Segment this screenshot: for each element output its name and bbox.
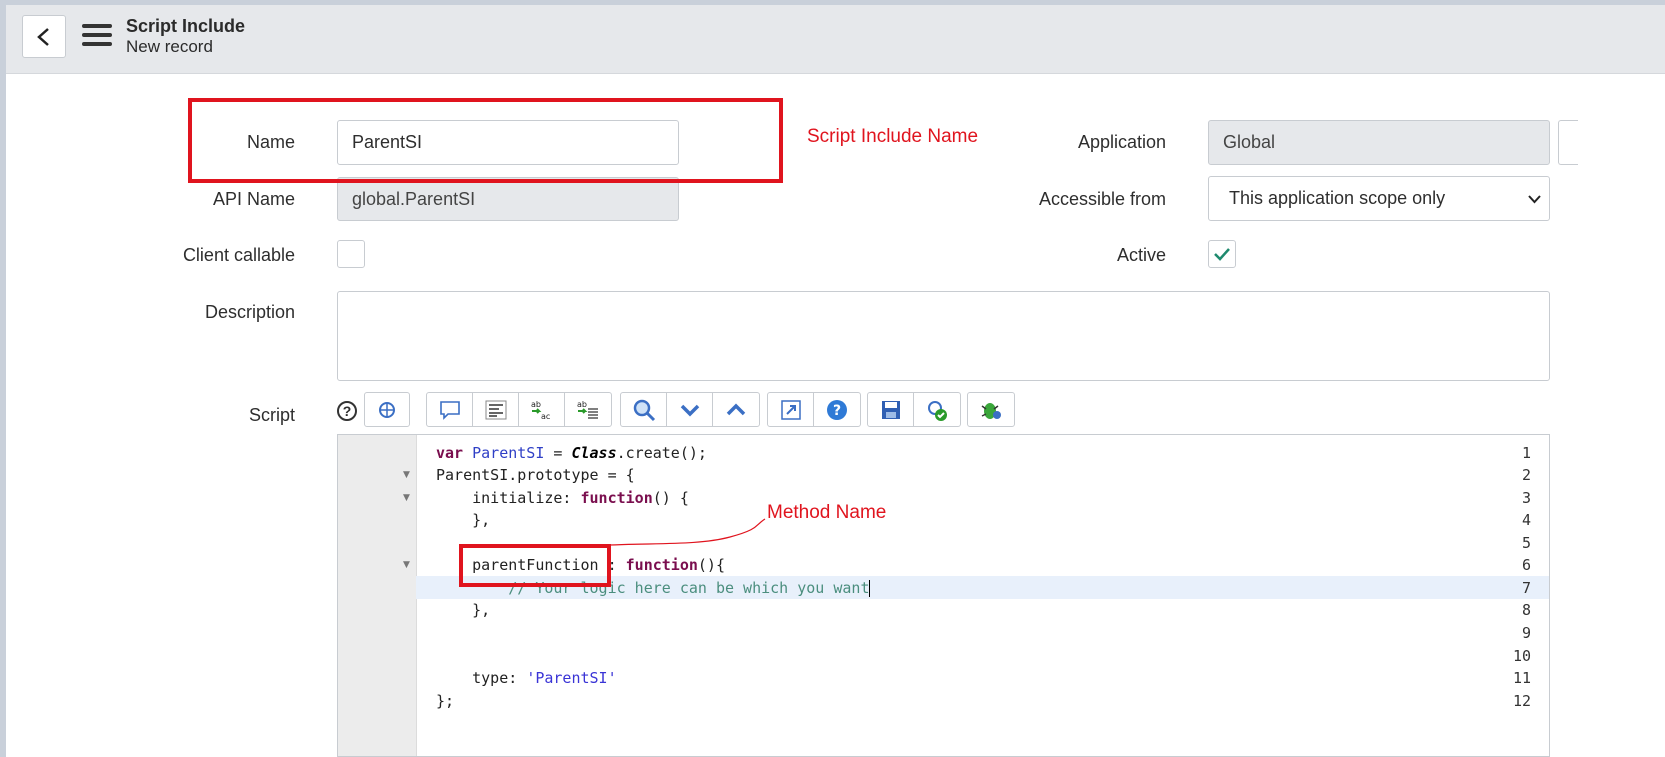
svg-text:ab: ab <box>577 400 587 409</box>
code-line-12: }; <box>436 692 455 710</box>
checkmark-icon <box>1214 248 1230 261</box>
method-annotation-text: Method Name <box>767 502 887 523</box>
line-number: 9 <box>1521 624 1531 642</box>
toolbar-group-edit: ab ac ab <box>426 392 612 427</box>
svg-text:ab: ab <box>531 400 541 409</box>
code-line-1: var ParentSI = Class.create(); <box>436 444 707 462</box>
code-line-8: }, <box>436 601 491 619</box>
line-number: 12 <box>1512 692 1531 710</box>
next-icon[interactable] <box>667 393 713 426</box>
line-number: 8 <box>1521 601 1531 619</box>
application-field: Global <box>1208 120 1550 165</box>
toolbar-group-save <box>867 392 961 427</box>
fullscreen-icon[interactable] <box>768 393 814 426</box>
api-name-label: API Name <box>212 189 295 209</box>
format-icon[interactable] <box>473 393 519 426</box>
line-number: 5 <box>1521 534 1531 552</box>
application-lookup-button[interactable] <box>1558 120 1578 165</box>
line-number: 7 <box>1521 579 1531 597</box>
help-icon[interactable]: ? <box>814 393 860 426</box>
comment-icon[interactable] <box>427 393 473 426</box>
page-subtitle: New record <box>126 37 213 56</box>
toolbar-group-view: ? <box>767 392 861 427</box>
back-button[interactable] <box>22 15 66 58</box>
script-help-icon[interactable]: ? <box>337 401 357 421</box>
chevron-left-icon <box>37 28 49 46</box>
page-title: Script Include <box>126 16 246 36</box>
svg-text:ac: ac <box>541 412 550 421</box>
debug-icon[interactable] <box>968 393 1014 426</box>
code-line-2: ParentSI.prototype = { <box>436 466 635 484</box>
line-number: 3 <box>1521 489 1531 507</box>
left-border <box>0 5 6 757</box>
line-number: 6 <box>1521 556 1531 574</box>
chevron-down-icon <box>1528 195 1541 204</box>
toolbar-group-search <box>620 392 760 427</box>
menu-icon[interactable] <box>82 24 112 50</box>
api-name-field: global.ParentSI <box>337 177 679 221</box>
replace-icon[interactable]: ab ac <box>519 393 565 426</box>
line-gutter <box>338 435 417 756</box>
accessible-from-label: Accessible from <box>1038 189 1166 209</box>
toolbar-group-debug <box>967 392 1015 427</box>
client-callable-label: Client callable <box>182 245 295 265</box>
text-cursor <box>869 580 871 597</box>
name-annotation-box <box>188 98 783 183</box>
previous-icon[interactable] <box>713 393 759 426</box>
validate-icon[interactable] <box>914 393 960 426</box>
active-label: Active <box>1116 245 1166 265</box>
method-annotation-box <box>459 544 611 587</box>
format-code-icon[interactable] <box>365 393 409 426</box>
description-label: Description <box>204 302 295 322</box>
active-checkbox[interactable] <box>1208 240 1236 268</box>
fold-arrow-icon[interactable]: ▼ <box>403 560 410 570</box>
search-icon[interactable] <box>621 393 667 426</box>
line-number: 1 <box>1521 444 1531 462</box>
script-label: Script <box>248 405 295 425</box>
replace-all-icon[interactable]: ab <box>565 393 611 426</box>
line-number: 10 <box>1512 647 1531 665</box>
client-callable-checkbox[interactable] <box>337 240 365 268</box>
fold-arrow-icon[interactable]: ▼ <box>403 470 410 480</box>
line-number: 2 <box>1521 466 1531 484</box>
code-line-11: type: 'ParentSI' <box>436 669 617 687</box>
code-line-4: }, <box>436 511 491 529</box>
line-number: 4 <box>1521 511 1531 529</box>
application-label: Application <box>1077 132 1166 152</box>
annotation-arrow-line <box>609 518 766 546</box>
accessible-from-select[interactable]: This application scope only <box>1208 176 1550 221</box>
save-icon[interactable] <box>868 393 914 426</box>
name-annotation-text: Script Include Name <box>807 126 979 147</box>
description-textarea[interactable] <box>337 291 1550 381</box>
form-header <box>6 5 1665 74</box>
line-number: 11 <box>1512 669 1531 687</box>
fold-arrow-icon[interactable]: ▼ <box>403 493 410 503</box>
toolbar-group-format <box>364 392 410 427</box>
code-line-3: initialize: function() { <box>436 489 689 507</box>
svg-text:?: ? <box>833 403 841 419</box>
accessible-from-value: This application scope only <box>1229 188 1446 208</box>
script-editor[interactable]: 1 2 3 4 5 6 7 8 9 10 11 12 ▼ ▼ ▼ var Par… <box>337 434 1550 757</box>
